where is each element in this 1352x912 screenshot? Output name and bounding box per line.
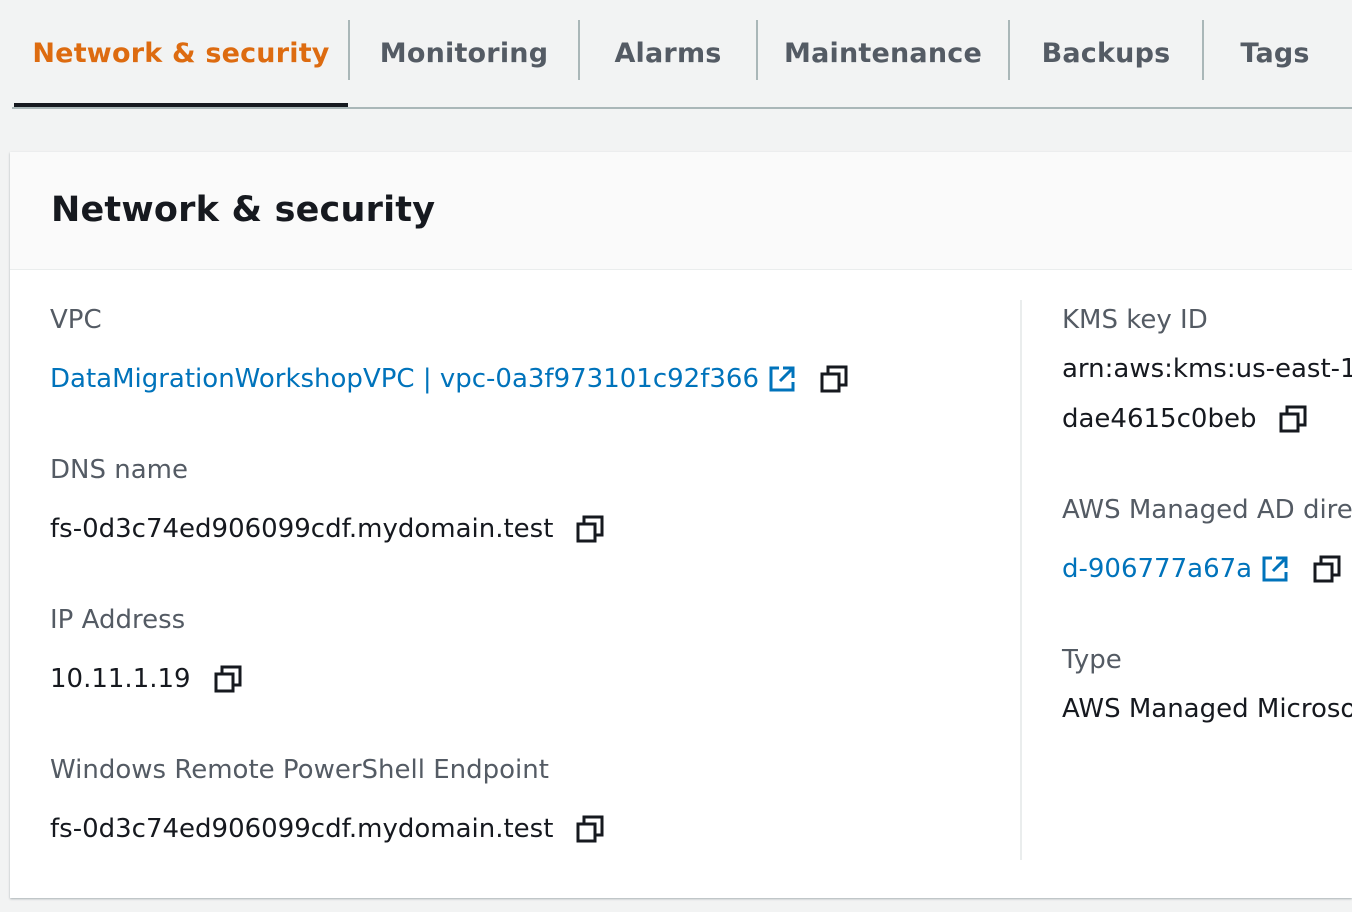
tab-bar-divider [12,107,1352,109]
powershell-value-row: fs-0d3c74ed906099cdf.mydomain.test [50,811,605,847]
tab-network-security[interactable]: Network & security [14,0,348,106]
dns-field: DNS name fs-0d3c74ed906099cdf.mydomain.t… [50,452,605,547]
vpc-link[interactable]: DataMigrationWorkshopVPC | vpc-0a3f97310… [50,361,759,397]
dns-value-row: fs-0d3c74ed906099cdf.mydomain.test [50,511,605,547]
external-link-icon[interactable] [767,364,797,394]
type-field: Type AWS Managed Microso [1062,642,1352,727]
ip-value: 10.11.1.19 [50,664,191,694]
kms-field: KMS key ID arn:aws:kms:us-east-1: dae461… [1062,302,1352,437]
ad-field: AWS Managed AD direc d-906777a67a [1062,492,1352,587]
tab-alarms[interactable]: Alarms [580,0,756,106]
kms-label: KMS key ID [1062,305,1208,335]
copy-icon[interactable] [1312,554,1342,584]
type-value: AWS Managed Microso [1062,694,1352,724]
tab-tags[interactable]: Tags [1204,0,1346,106]
ad-value-row: d-906777a67a [1062,551,1352,587]
ad-directory-link[interactable]: d-906777a67a [1062,551,1252,587]
ad-label: AWS Managed AD direc [1062,495,1352,525]
tab-maintenance[interactable]: Maintenance [758,0,1008,106]
type-label: Type [1062,645,1122,675]
copy-icon[interactable] [213,664,243,694]
kms-value-row: dae4615c0beb [1062,401,1352,437]
kms-value-line1: arn:aws:kms:us-east-1: [1062,354,1352,384]
copy-icon[interactable] [575,514,605,544]
copy-icon[interactable] [1278,404,1308,434]
copy-icon[interactable] [575,814,605,844]
tab-bar: Network & security Monitoring Alarms Mai… [0,0,1352,109]
tab-monitoring[interactable]: Monitoring [350,0,578,106]
tab-backups[interactable]: Backups [1010,0,1202,106]
network-security-panel: Network & security VPC DataMigrationWork… [10,152,1352,898]
ip-value-row: 10.11.1.19 [50,661,243,697]
vpc-field: VPC DataMigrationWorkshopVPC | vpc-0a3f9… [50,302,849,397]
powershell-label: Windows Remote PowerShell Endpoint [50,755,549,785]
vpc-label: VPC [50,305,102,335]
vpc-value: DataMigrationWorkshopVPC | vpc-0a3f97310… [50,361,849,397]
copy-icon[interactable] [819,364,849,394]
dns-value: fs-0d3c74ed906099cdf.mydomain.test [50,514,554,544]
kms-value-line2: dae4615c0beb [1062,404,1257,434]
panel-title: Network & security [51,190,436,230]
ip-label: IP Address [50,605,186,635]
powershell-value: fs-0d3c74ed906099cdf.mydomain.test [50,814,554,844]
powershell-field: Windows Remote PowerShell Endpoint fs-0d… [50,752,605,847]
panel-header: Network & security [10,152,1352,270]
column-divider [1020,300,1022,860]
ip-field: IP Address 10.11.1.19 [50,602,243,697]
dns-label: DNS name [50,455,188,485]
external-link-icon[interactable] [1260,554,1290,584]
